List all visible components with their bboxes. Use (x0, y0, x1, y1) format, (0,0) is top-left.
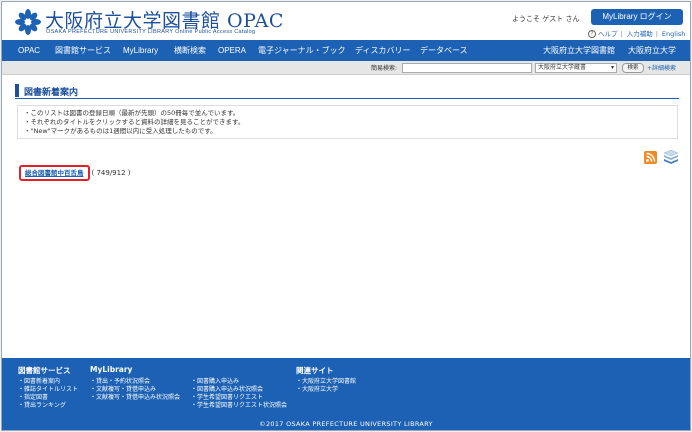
footer-link[interactable]: ・図書購入申込み (191, 378, 239, 386)
footer-link[interactable]: ・文献複写・貸借申込み (90, 386, 156, 394)
library-branch-link[interactable]: 総合図書館中百舌鳥 (19, 165, 90, 181)
page-title-text: 図書新着案内 (24, 88, 79, 98)
footer-link[interactable]: ・学生希望図書リクエスト状況照会 (191, 402, 287, 410)
footer-library-services-title: 図書館サービス (18, 366, 71, 375)
input-help-link[interactable]: 入力補助 (627, 30, 653, 38)
search-button[interactable]: 検索 (622, 63, 644, 73)
browser-page: 大阪府立大学図書館 OPAC OSAKA PREFECTURE UNIVERSI… (1, 1, 691, 431)
info-line: ・それぞれのタイトルをクリックすると資料の詳細を見ることができます。 (24, 118, 245, 126)
footer-related-sites-title: 関連サイト (296, 366, 334, 375)
copyright: ©2017 OSAKA PREFECTURE UNIVERSITY LIBRAR… (259, 420, 433, 428)
search-scope-value: 大阪府立大学蔵書 (538, 64, 587, 71)
help-link[interactable]: ヘルプ (598, 30, 618, 38)
help-icon[interactable]: ? (588, 30, 596, 38)
main-nav: OPAC 図書館サービス MyLibrary 横断検索 OPERA 電子ジャーナ… (2, 40, 690, 61)
info-line: ・"New"マークがあるものは1週間以内に受入処理したものです。 (24, 127, 217, 135)
nav-item-database[interactable]: データベース (420, 40, 468, 61)
result-count: ( 749/912 ) (91, 169, 131, 177)
nav-item-opu[interactable]: 大阪府立大学 (628, 40, 676, 61)
simple-search-label: 簡易検索: (371, 65, 398, 72)
footer-link[interactable]: ・図書購入申込み状況照会 (191, 386, 263, 394)
nav-item-opu-library[interactable]: 大阪府立大学図書館 (543, 40, 615, 61)
info-line: ・このリストは図書の登録日順（最新が先頭）の50冊毎で並んでいます。 (24, 109, 240, 117)
stack-icon[interactable] (663, 150, 679, 165)
title-accent-bar (15, 84, 19, 97)
nav-item-opac[interactable]: OPAC (18, 40, 40, 61)
nav-item-discovery[interactable]: ディスカバリー (355, 40, 410, 61)
english-link[interactable]: English (662, 30, 685, 38)
list-item: 総合図書館中百舌鳥( 749/912 ) (19, 165, 131, 181)
site-subtitle: OSAKA PREFECTURE UNIVERSITY LIBRARY Onli… (46, 29, 256, 35)
footer-link[interactable]: ・貸出ランキング (18, 402, 66, 410)
page-title: 図書新着案内 (15, 82, 679, 99)
footer-link[interactable]: ・大阪府立大学図書館 (296, 378, 356, 386)
footer-link[interactable]: ・図書新着案内 (18, 378, 60, 386)
nav-item-opera[interactable]: OPERA (218, 40, 246, 61)
info-box: ・このリストは図書の登録日順（最新が先頭）の50冊毎で並んでいます。 ・それぞれ… (17, 105, 678, 139)
chevron-down-icon: ▾ (610, 64, 614, 71)
simple-search-input[interactable] (402, 63, 532, 73)
nav-item-ejournal[interactable]: 電子ジャーナル・ブック (258, 40, 346, 61)
footer-link[interactable]: ・大阪府立大学 (296, 386, 338, 394)
university-logo-icon[interactable] (14, 8, 42, 36)
footer-link[interactable]: ・学生希望図書リクエスト (191, 394, 263, 402)
nav-item-library-services[interactable]: 図書館サービス (55, 40, 111, 61)
simple-search-bar: 簡易検索: 大阪府立大学蔵書 ▾ 検索 +詳細検索 (2, 61, 690, 75)
search-scope-select[interactable]: 大阪府立大学蔵書 ▾ (535, 63, 617, 73)
advanced-search-link[interactable]: +詳細検索 (647, 63, 676, 72)
footer-link[interactable]: ・文献複写・貸借申込み状況照会 (90, 394, 180, 402)
footer-link[interactable]: ・雑誌タイトルリスト (18, 386, 78, 394)
welcome-text: ようこそ ゲスト さん (512, 15, 580, 23)
mylibrary-login-button[interactable]: MyLibrary ログイン (591, 9, 683, 25)
site-footer: 図書館サービス ・図書新着案内 ・雑誌タイトルリスト ・指定図書 ・貸出ランキン… (2, 358, 690, 430)
footer-link[interactable]: ・貸出・予約状況照会 (90, 378, 150, 386)
nav-item-cross-search[interactable]: 横断検索 (174, 40, 206, 61)
nav-item-mylibrary[interactable]: MyLibrary (123, 40, 158, 61)
rss-icon[interactable] (644, 151, 657, 164)
footer-mylibrary-title: MyLibrary (90, 365, 133, 374)
utility-links: ? ヘルプ | 入力補助 | English (584, 28, 685, 38)
footer-link[interactable]: ・指定図書 (18, 394, 48, 402)
site-header: 大阪府立大学図書館 OPAC OSAKA PREFECTURE UNIVERSI… (2, 2, 690, 40)
